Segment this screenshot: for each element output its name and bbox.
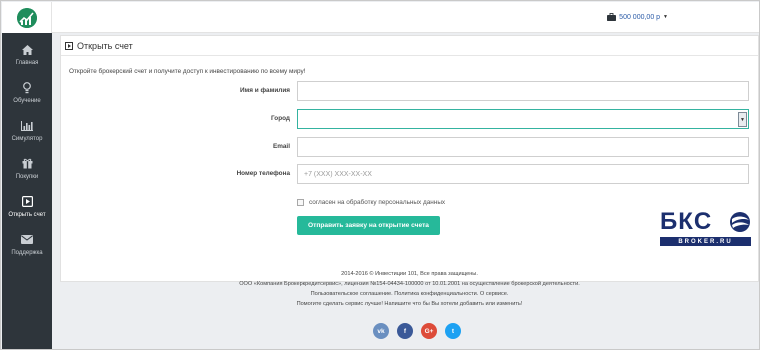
page-title: Открыть счет	[77, 40, 133, 51]
consent-label[interactable]: согласен на обработку персональных данны…	[309, 199, 445, 206]
main-content: Открыть счет Откройте брокерский счет и …	[52, 33, 759, 349]
agreement-link[interactable]: Пользовательское соглашение.	[311, 291, 393, 297]
privacy-link[interactable]: Политика конфиденциальности.	[394, 291, 478, 297]
sidebar: Главная Обучение Симулятор Покупки Откры	[2, 2, 52, 349]
name-label: Имя и фамилия	[239, 87, 290, 94]
logo-icon	[16, 7, 37, 28]
sidebar-item-label: Открыть счет	[8, 211, 46, 218]
sidebar-item-purchases[interactable]: Покупки	[2, 149, 52, 187]
play-square-icon	[65, 41, 73, 50]
footer-feedback[interactable]: Помогите сделать сервис лучше! Напишите …	[60, 299, 759, 309]
caret-down-icon: ▼	[663, 14, 668, 20]
name-field[interactable]	[297, 81, 749, 101]
globe-icon	[730, 212, 750, 232]
footer-copyright: 2014-2016 © Инвестиции 101, Все права за…	[341, 271, 478, 277]
panel-header: Открыть счет	[61, 36, 758, 56]
bks-logo[interactable]: БКС BROKER.RU	[660, 208, 751, 249]
city-select[interactable]: ▼	[297, 109, 749, 129]
consent-checkbox[interactable]	[297, 199, 304, 206]
sidebar-item-learning[interactable]: Обучение	[2, 73, 52, 111]
name-row: Имя и фамилия	[61, 81, 759, 101]
google-plus-icon[interactable]: G+	[421, 323, 437, 339]
balance-amount: 500 000,00 р	[619, 13, 661, 21]
vk-icon[interactable]: vk	[373, 323, 389, 339]
social-links: vk f G+ t	[52, 323, 759, 339]
home-icon	[20, 43, 34, 57]
consent-row: согласен на обработку персональных данны…	[297, 199, 445, 206]
facebook-icon[interactable]: f	[397, 323, 413, 339]
open-account-panel: Открыть счет Откройте брокерский счет и …	[60, 35, 759, 282]
envelope-icon	[20, 233, 34, 247]
submit-application-button[interactable]: Отправить заявку на открытие счета	[297, 216, 440, 235]
app-logo[interactable]	[2, 2, 52, 33]
sidebar-item-home[interactable]: Главная	[2, 35, 52, 73]
bks-wordmark: БКС	[660, 208, 712, 235]
chevron-down-icon[interactable]: ▼	[738, 112, 747, 127]
email-row: Email	[61, 137, 759, 157]
phone-label: Номер телефона	[236, 170, 290, 177]
bar-chart-icon	[20, 119, 34, 133]
sidebar-item-label: Обучение	[13, 97, 41, 104]
sidebar-item-open-account[interactable]: Открыть счет	[2, 187, 52, 225]
footer: 2014-2016 © Инвестиции 101, Все права за…	[60, 269, 759, 309]
lightbulb-icon	[20, 81, 34, 95]
intro-text: Откройте брокерский счет и получите дост…	[69, 68, 306, 75]
city-row: Город ▼	[61, 109, 759, 129]
about-link[interactable]: О сервисе.	[480, 291, 508, 297]
balance-dropdown[interactable]: 500 000,00 р ▼	[607, 13, 668, 21]
bks-subtitle: BROKER.RU	[660, 237, 751, 246]
app-window: Главная Обучение Симулятор Покупки Откры	[0, 0, 760, 350]
phone-row: Номер телефона	[61, 164, 759, 184]
sidebar-item-label: Поддержка	[11, 249, 43, 256]
phone-field[interactable]	[297, 164, 749, 184]
footer-links: Пользовательское соглашение. Политика ко…	[60, 289, 759, 299]
email-label: Email	[272, 143, 290, 150]
sidebar-item-simulator[interactable]: Симулятор	[2, 111, 52, 149]
email-field[interactable]	[297, 137, 749, 157]
sidebar-item-label: Симулятор	[11, 135, 43, 142]
city-label: Город	[271, 115, 290, 122]
sidebar-item-label: Главная	[15, 59, 39, 66]
twitter-icon[interactable]: t	[445, 323, 461, 339]
gift-icon	[20, 157, 34, 171]
play-square-icon	[20, 195, 34, 209]
sidebar-item-label: Покупки	[15, 173, 39, 180]
top-bar: 500 000,00 р ▼	[52, 2, 759, 33]
footer-company: ООО «Компания Брокеркредитсервис», лицен…	[239, 281, 580, 287]
briefcase-icon	[607, 13, 617, 21]
sidebar-item-support[interactable]: Поддержка	[2, 225, 52, 263]
